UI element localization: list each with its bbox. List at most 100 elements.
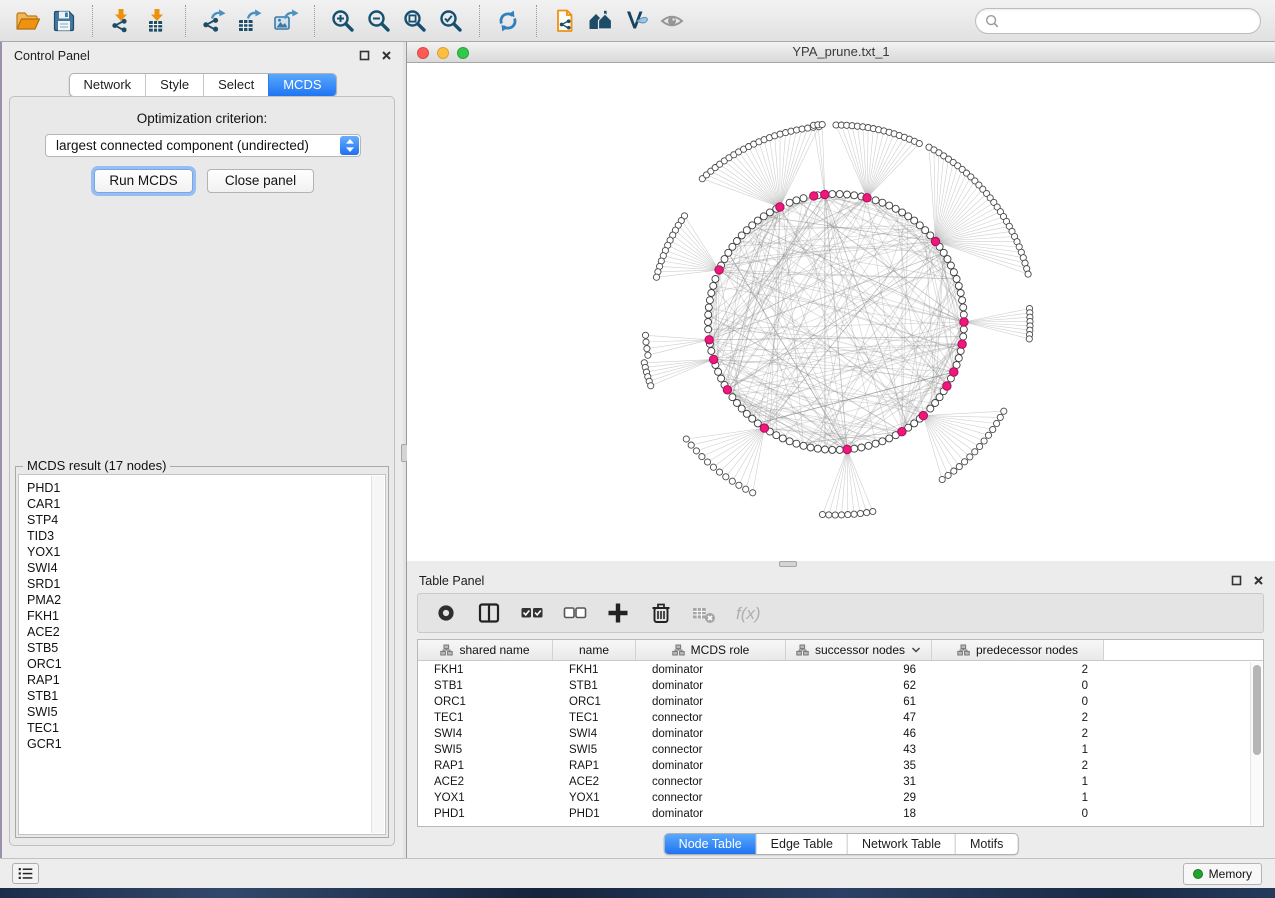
- mcds-result-item[interactable]: FKH1: [19, 608, 385, 624]
- float-table-panel-icon[interactable]: [1230, 574, 1243, 587]
- mcds-result-item[interactable]: RAP1: [19, 672, 385, 688]
- cell-successor-nodes: 62: [786, 678, 916, 694]
- table-row[interactable]: STB1STB1dominator620: [418, 678, 1249, 694]
- network-graph[interactable]: [407, 63, 1275, 561]
- table-row[interactable]: PHD1PHD1dominator180: [418, 806, 1249, 822]
- mcds-result-item[interactable]: TEC1: [19, 720, 385, 736]
- zoom-out-icon[interactable]: [361, 5, 397, 37]
- mcds-result-item[interactable]: ORC1: [19, 656, 385, 672]
- delete-table-icon[interactable]: [689, 598, 719, 628]
- table-row[interactable]: SWI5SWI5connector431: [418, 742, 1249, 758]
- run-mcds-button[interactable]: Run MCDS: [94, 169, 193, 193]
- tab-motifs[interactable]: Motifs: [955, 834, 1017, 854]
- settings-gear-icon[interactable]: [431, 598, 461, 628]
- control-panel: Control Panel NetworkStyleSelectMCDS Opt…: [2, 42, 403, 858]
- column-header-MCDS-role[interactable]: MCDS role: [636, 640, 786, 660]
- mcds-result-item[interactable]: SRD1: [19, 576, 385, 592]
- close-window-icon[interactable]: [417, 47, 429, 59]
- cell-shared-name: ACE2: [418, 774, 553, 790]
- share-session-icon[interactable]: [547, 5, 583, 37]
- mcds-result-item[interactable]: PHD1: [19, 480, 385, 496]
- tab-network[interactable]: Network: [69, 74, 145, 96]
- mcds-list-scrollbar[interactable]: [371, 476, 384, 833]
- select-all-checkboxes-icon[interactable]: [517, 598, 547, 628]
- export-image-icon[interactable]: [268, 5, 304, 37]
- mcds-result-item[interactable]: PMA2: [19, 592, 385, 608]
- column-header-predecessor-nodes[interactable]: predecessor nodes: [932, 640, 1104, 660]
- import-network-icon[interactable]: [103, 5, 139, 37]
- minimize-window-icon[interactable]: [437, 47, 449, 59]
- optimization-criterion-label: Optimization criterion:: [10, 111, 394, 126]
- network-window-title: YPA_prune.txt_1: [407, 42, 1275, 62]
- column-header-name[interactable]: name: [553, 640, 636, 660]
- eye-icon[interactable]: [655, 5, 691, 37]
- mcds-result-list[interactable]: PHD1CAR1STP4TID3YOX1SWI4SRD1PMA2FKH1ACE2…: [18, 474, 386, 835]
- column-header-shared-name[interactable]: shared name: [418, 640, 553, 660]
- function-builder-icon[interactable]: f(x): [732, 598, 762, 628]
- close-panel-button[interactable]: Close panel: [207, 169, 314, 193]
- table-row[interactable]: TEC1TEC1connector472: [418, 710, 1249, 726]
- mcds-result-item[interactable]: STP4: [19, 512, 385, 528]
- column-header-successor-nodes[interactable]: successor nodes: [786, 640, 932, 660]
- tab-style[interactable]: Style: [145, 74, 203, 96]
- screen: Control Panel NetworkStyleSelectMCDS Opt…: [0, 0, 1275, 898]
- search-input[interactable]: [1005, 13, 1252, 30]
- search-box[interactable]: [975, 8, 1261, 34]
- save-session-icon[interactable]: [46, 5, 82, 37]
- table-row[interactable]: YOX1YOX1connector291: [418, 790, 1249, 806]
- zoom-fit-icon[interactable]: [397, 5, 433, 37]
- mcds-result-item[interactable]: STB1: [19, 688, 385, 704]
- cell-name: STB1: [553, 678, 636, 694]
- home-icon[interactable]: [583, 5, 619, 37]
- table-panel-tabs: Node TableEdge TableNetwork TableMotifs: [664, 833, 1019, 855]
- split-columns-icon[interactable]: [474, 598, 504, 628]
- column-header-label: successor nodes: [815, 643, 905, 657]
- deselect-all-checkboxes-icon[interactable]: [560, 598, 590, 628]
- mcds-result-item[interactable]: ACE2: [19, 624, 385, 640]
- import-table-icon[interactable]: [139, 5, 175, 37]
- tab-network-table[interactable]: Network Table: [847, 834, 955, 854]
- table-scrollbar-thumb[interactable]: [1253, 665, 1261, 755]
- delete-column-icon[interactable]: [646, 598, 676, 628]
- mcds-result-item[interactable]: SWI5: [19, 704, 385, 720]
- export-table-icon[interactable]: [232, 5, 268, 37]
- vizmapper-icon[interactable]: [619, 5, 655, 37]
- zoom-selected-icon[interactable]: [433, 5, 469, 37]
- refresh-icon[interactable]: [490, 5, 526, 37]
- cell-name: SWI4: [553, 726, 636, 742]
- tab-mcds[interactable]: MCDS: [268, 74, 335, 96]
- mcds-result-item[interactable]: GCR1: [19, 736, 385, 752]
- mcds-result-item[interactable]: YOX1: [19, 544, 385, 560]
- cell-predecessor-nodes: 1: [932, 790, 1088, 806]
- tab-select[interactable]: Select: [203, 74, 268, 96]
- zoom-in-icon[interactable]: [325, 5, 361, 37]
- close-table-panel-icon[interactable]: [1252, 574, 1265, 587]
- mcds-result-item[interactable]: SWI4: [19, 560, 385, 576]
- cell-successor-nodes: 96: [786, 662, 916, 678]
- mcds-result-item[interactable]: TID3: [19, 528, 385, 544]
- task-history-button[interactable]: [12, 863, 39, 884]
- float-panel-icon[interactable]: [358, 49, 371, 62]
- cell-name: FKH1: [553, 662, 636, 678]
- table-row[interactable]: ORC1ORC1dominator610: [418, 694, 1249, 710]
- table-row[interactable]: ACE2ACE2connector311: [418, 774, 1249, 790]
- optimization-criterion-select[interactable]: largest connected component (undirected): [45, 134, 361, 157]
- table-row[interactable]: SWI4SWI4dominator462: [418, 726, 1249, 742]
- table-row[interactable]: FKH1FKH1dominator962: [418, 662, 1249, 678]
- network-canvas[interactable]: [407, 63, 1275, 561]
- tab-edge-table[interactable]: Edge Table: [756, 834, 847, 854]
- close-panel-icon[interactable]: [380, 49, 393, 62]
- open-file-icon[interactable]: [10, 5, 46, 37]
- mcds-result-item[interactable]: STB5: [19, 640, 385, 656]
- add-column-icon[interactable]: [603, 598, 633, 628]
- tab-node-table[interactable]: Node Table: [665, 834, 756, 854]
- search-icon: [984, 13, 1000, 29]
- memory-button[interactable]: Memory: [1183, 863, 1262, 885]
- maximize-window-icon[interactable]: [457, 47, 469, 59]
- cell-predecessor-nodes: 2: [932, 662, 1088, 678]
- table-row[interactable]: RAP1RAP1dominator352: [418, 758, 1249, 774]
- cell-name: PHD1: [553, 806, 636, 822]
- table-scrollbar[interactable]: [1250, 662, 1262, 825]
- export-network-icon[interactable]: [196, 5, 232, 37]
- mcds-result-item[interactable]: CAR1: [19, 496, 385, 512]
